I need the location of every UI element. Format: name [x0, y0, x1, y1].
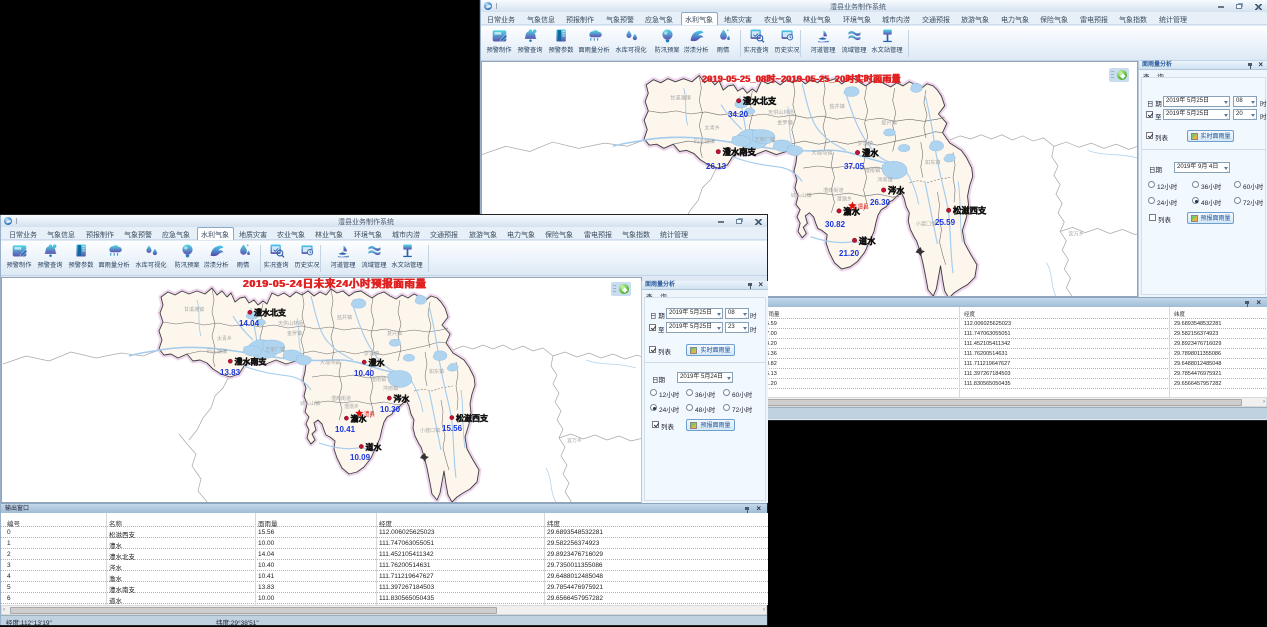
svg-text:30.82: 30.82	[825, 220, 846, 229]
svg-text:25.59: 25.59	[935, 218, 956, 227]
svg-text:37.05: 37.05	[844, 162, 865, 171]
svg-text:15.56: 15.56	[442, 424, 463, 433]
svg-text:26.30: 26.30	[870, 198, 891, 207]
svg-text:14.04: 14.04	[239, 319, 260, 328]
svg-text:26.13: 26.13	[706, 162, 727, 171]
svg-text:34.20: 34.20	[728, 110, 749, 119]
svg-text:10.09: 10.09	[350, 453, 371, 462]
svg-text:21.20: 21.20	[839, 249, 860, 258]
svg-text:10.40: 10.40	[354, 369, 375, 378]
svg-text:10.41: 10.41	[335, 425, 356, 434]
svg-text:10.30: 10.30	[380, 405, 401, 414]
svg-text:13.83: 13.83	[220, 368, 241, 377]
